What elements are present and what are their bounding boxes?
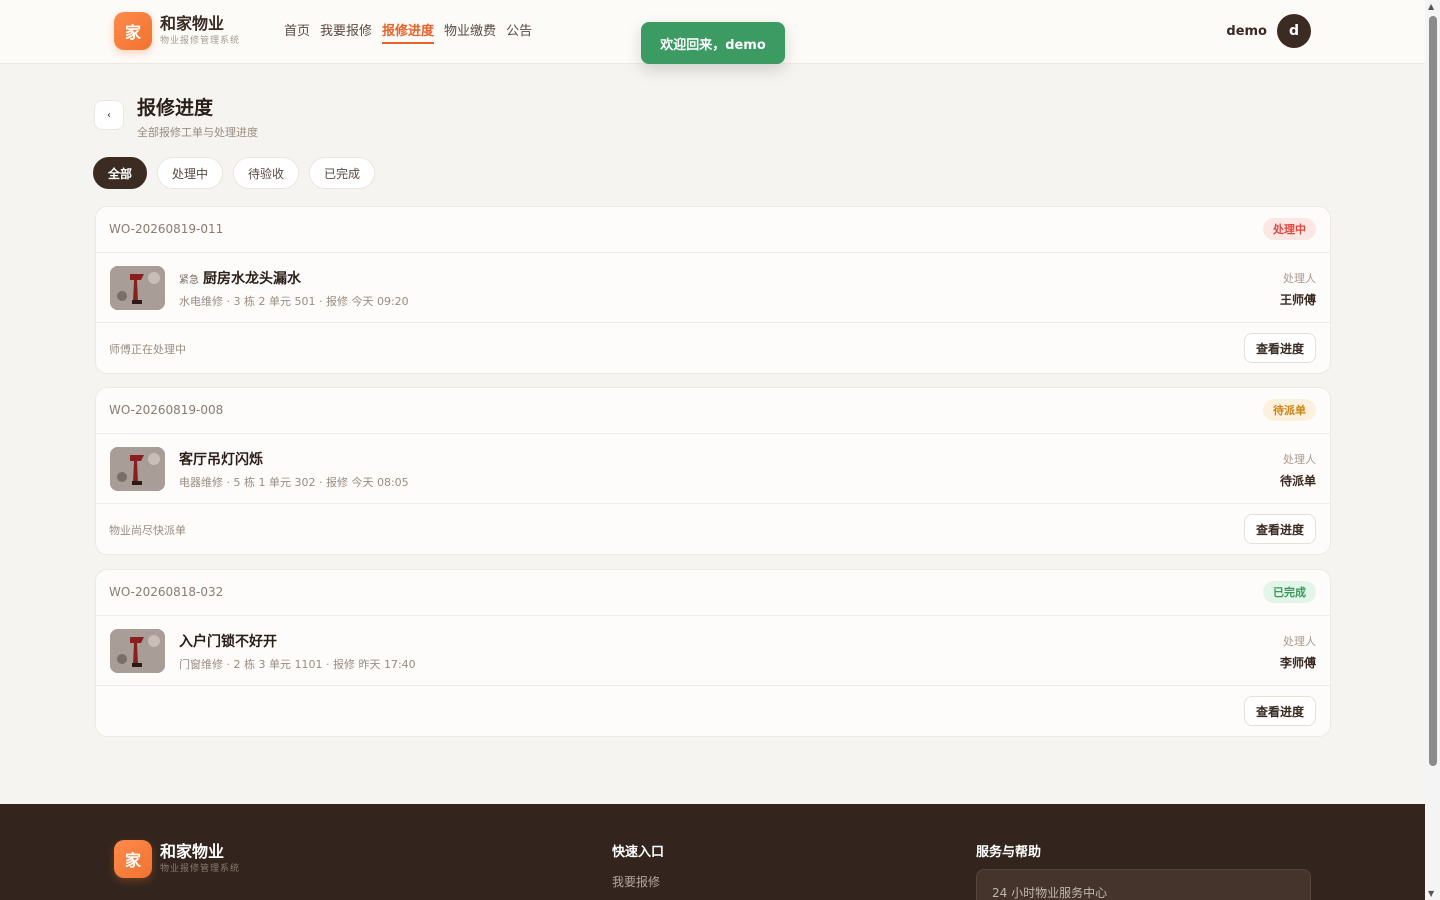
status-filter-tabs: 全部 处理中 待验收 已完成	[93, 157, 376, 189]
filter-all[interactable]: 全部	[93, 157, 148, 189]
repair-title: 客厅吊灯闪烁	[179, 452, 263, 468]
progress-note: 物业尚尽快派单	[109, 524, 186, 537]
help-heading: 服务与帮助	[976, 845, 1042, 860]
site-footer: 家 和家物业 物业报修管理系统 快速入口 我要报修 服务与帮助 24 小时物业服…	[0, 804, 1425, 900]
view-progress-button[interactable]: 查看进度	[1243, 333, 1316, 363]
status-badge: 处理中	[1263, 218, 1316, 240]
user-menu[interactable]: demo d	[1226, 14, 1311, 48]
service-center-box[interactable]: 24 小时物业服务中心	[976, 869, 1311, 900]
order-number: WO-20260818-032	[109, 585, 224, 599]
scroll-down-arrow-icon[interactable]: ▼	[1428, 889, 1434, 898]
brand[interactable]: 家 和家物业 物业报修管理系统	[114, 12, 240, 50]
filter-completed[interactable]: 已完成	[309, 157, 376, 189]
scroll-up-arrow-icon[interactable]: ▲	[1428, 2, 1434, 11]
order-number: WO-20260819-011	[109, 222, 224, 236]
avatar[interactable]: d	[1277, 14, 1311, 48]
brand-logo-icon: 家	[114, 840, 152, 878]
repair-title: 厨房水龙头漏水	[203, 271, 301, 287]
nav-announcements[interactable]: 公告	[506, 20, 532, 44]
handler-label: 处理人	[1283, 453, 1316, 466]
view-progress-button[interactable]: 查看进度	[1243, 696, 1316, 726]
footer-brand-name: 和家物业	[160, 842, 225, 861]
repair-photo-thumbnail[interactable]	[110, 629, 165, 673]
quick-links-heading: 快速入口	[612, 845, 665, 860]
status-badge: 已完成	[1263, 581, 1316, 603]
handler-name: 李师傅	[1279, 656, 1316, 670]
filter-in-progress[interactable]: 处理中	[157, 157, 224, 189]
brand-subtitle: 物业报修管理系统	[160, 36, 241, 46]
main-nav: 首页 我要报修 报修进度 物业缴费 公告	[284, 20, 532, 44]
page-title: 报修进度	[137, 97, 214, 119]
view-progress-button[interactable]: 查看进度	[1243, 514, 1316, 544]
order-card: WO-20260819-008 待派单 客厅吊灯闪烁 电器维修 · 5 栋 1 …	[95, 387, 1331, 555]
handler-name: 待派单	[1279, 474, 1316, 488]
back-button[interactable]: ‹	[94, 100, 124, 130]
handler-label: 处理人	[1283, 635, 1316, 648]
repair-photo-thumbnail[interactable]	[110, 266, 165, 310]
nav-repair-progress[interactable]: 报修进度	[382, 20, 435, 44]
urgent-tag: 紧急	[179, 274, 199, 286]
welcome-toast: 欢迎回来，demo	[641, 22, 785, 64]
brand-name: 和家物业	[160, 14, 225, 33]
progress-note: 师傅正在处理中	[109, 343, 186, 356]
page-subtitle: 全部报修工单与处理进度	[137, 126, 258, 139]
repair-photo-thumbnail[interactable]	[110, 447, 165, 491]
repair-meta: 电器维修 · 5 栋 1 单元 302 · 报修 今天 08:05	[179, 476, 409, 489]
footer-link-report-repair[interactable]: 我要报修	[612, 873, 660, 890]
filter-pending-acceptance[interactable]: 待验收	[233, 157, 300, 189]
footer-brand-subtitle: 物业报修管理系统	[160, 864, 241, 874]
status-badge: 待派单	[1263, 399, 1316, 421]
repair-title: 入户门锁不好开	[179, 634, 277, 650]
nav-report-repair[interactable]: 我要报修	[320, 20, 372, 44]
order-card: WO-20260819-011 处理中 紧急 厨房水龙头漏水 水电维修 · 3 …	[95, 206, 1331, 374]
nav-property-fees[interactable]: 物业缴费	[444, 20, 496, 44]
handler-label: 处理人	[1283, 272, 1316, 285]
repair-meta: 水电维修 · 3 栋 2 单元 501 · 报修 今天 09:20	[179, 295, 409, 308]
brand-logo-icon: 家	[114, 12, 152, 50]
footer-brand: 家 和家物业 物业报修管理系统	[114, 840, 240, 878]
repair-meta: 门窗维修 · 2 栋 3 单元 1101 · 报修 昨天 17:40	[179, 658, 416, 671]
user-name: demo	[1226, 23, 1267, 39]
order-number: WO-20260819-008	[109, 403, 224, 417]
scroll-thumb[interactable]	[1429, 16, 1437, 766]
order-card: WO-20260818-032 已完成 入户门锁不好开 门窗维修 · 2 栋 3…	[95, 569, 1331, 737]
handler-name: 王师傅	[1279, 293, 1316, 307]
nav-home[interactable]: 首页	[284, 20, 310, 44]
scrollbar[interactable]: ▲ ▼	[1425, 0, 1440, 900]
